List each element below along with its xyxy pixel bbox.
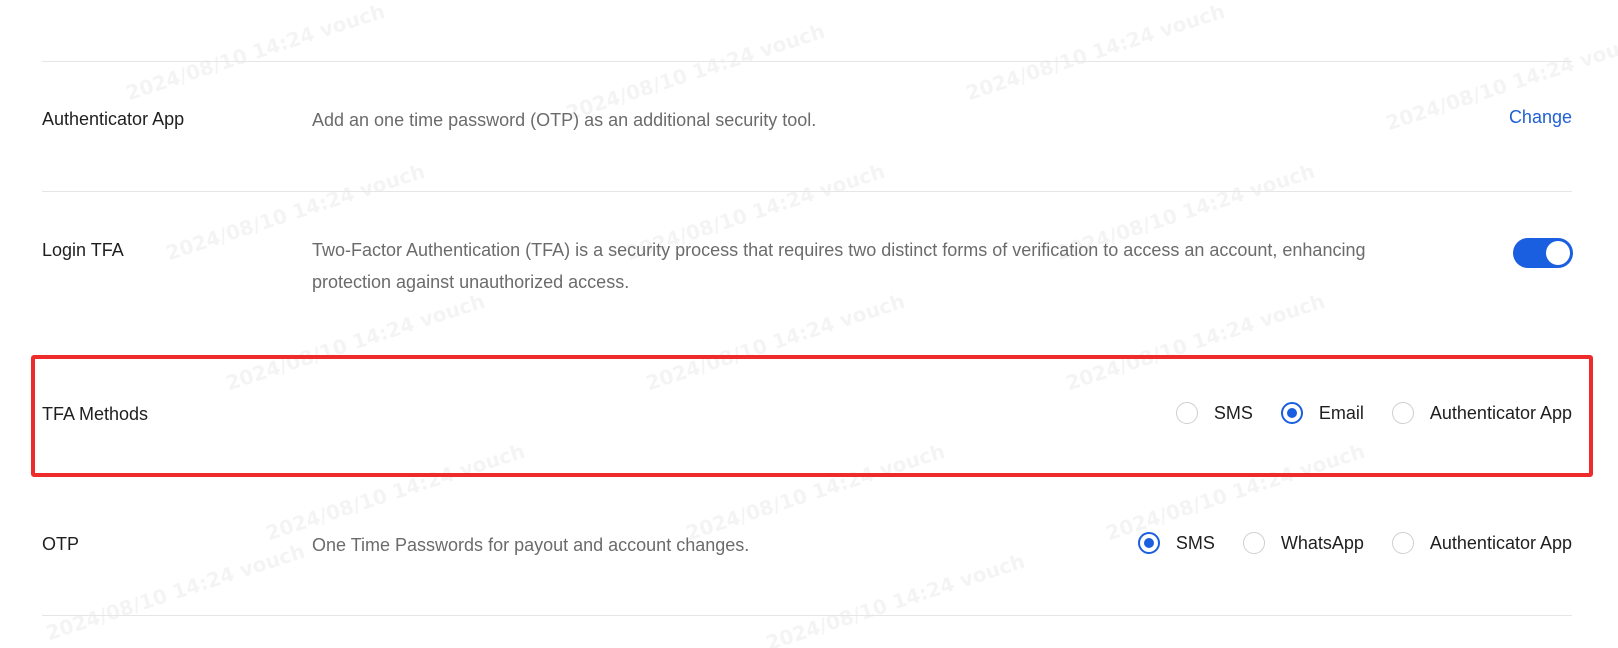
divider: [42, 191, 1572, 192]
toggle-knob: [1546, 241, 1570, 265]
otp-description: One Time Passwords for payout and accoun…: [312, 535, 750, 555]
watermark: 2024/08/10 14:24 vouch: [123, 0, 388, 105]
otp-radio-group: SMS WhatsApp Authenticator App: [1137, 532, 1572, 554]
radio-button[interactable]: [1242, 532, 1265, 554]
login-tfa-description-line2: protection against unauthorized access.: [312, 272, 630, 292]
watermark: 2024/08/10 14:24 vouch: [1383, 29, 1618, 135]
watermark: 2024/08/10 14:24 vouch: [223, 289, 488, 395]
login-tfa-description: Two-Factor Authentication (TFA) is a sec…: [312, 234, 1365, 298]
otp-sms-option[interactable]: SMS: [1137, 532, 1215, 554]
tfa-method-authenticator-option[interactable]: Authenticator App: [1391, 402, 1572, 424]
watermark: 2024/08/10 14:24 vouch: [963, 0, 1228, 105]
tfa-method-sms-label: SMS: [1213, 402, 1253, 423]
authenticator-app-label: Authenticator App: [42, 109, 185, 129]
otp-sms-label: SMS: [1175, 532, 1215, 553]
tfa-methods-label: TFA Methods: [42, 404, 149, 424]
change-link[interactable]: Change: [1509, 107, 1572, 128]
radio-button[interactable]: [1391, 532, 1414, 554]
login-tfa-label: Login TFA: [42, 240, 124, 260]
otp-label: OTP: [42, 534, 80, 554]
watermark: 2024/08/10 14:24 vouch: [763, 549, 1028, 648]
tfa-method-sms-option[interactable]: SMS: [1175, 402, 1253, 424]
divider: [42, 61, 1572, 62]
authenticator-app-description: Add an one time password (OTP) as an add…: [312, 110, 817, 130]
tfa-method-email-label: Email: [1318, 402, 1364, 423]
otp-whatsapp-label: WhatsApp: [1280, 532, 1364, 553]
radio-button[interactable]: [1391, 402, 1414, 424]
watermark: 2024/08/10 14:24 vouch: [1103, 439, 1368, 545]
radio-button-checked[interactable]: [1280, 402, 1303, 424]
divider: [42, 615, 1572, 616]
login-tfa-description-line1: Two-Factor Authentication (TFA) is a sec…: [312, 240, 1366, 260]
otp-authenticator-option[interactable]: Authenticator App: [1391, 532, 1572, 554]
radio-button-checked[interactable]: [1137, 532, 1160, 554]
login-tfa-toggle[interactable]: [1513, 238, 1573, 268]
watermark: 2024/08/10 14:24 vouch: [1063, 289, 1328, 395]
radio-button[interactable]: [1175, 402, 1198, 424]
otp-authenticator-label: Authenticator App: [1429, 532, 1572, 553]
tfa-method-authenticator-label: Authenticator App: [1429, 402, 1572, 423]
otp-whatsapp-option[interactable]: WhatsApp: [1242, 532, 1364, 554]
tfa-methods-radio-group: SMS Email Authenticator App: [1175, 402, 1572, 424]
watermark: 2024/08/10 14:24 vouch: [43, 539, 308, 645]
tfa-method-email-option[interactable]: Email: [1280, 402, 1364, 424]
watermark: 2024/08/10 14:24 vouch: [643, 289, 908, 395]
